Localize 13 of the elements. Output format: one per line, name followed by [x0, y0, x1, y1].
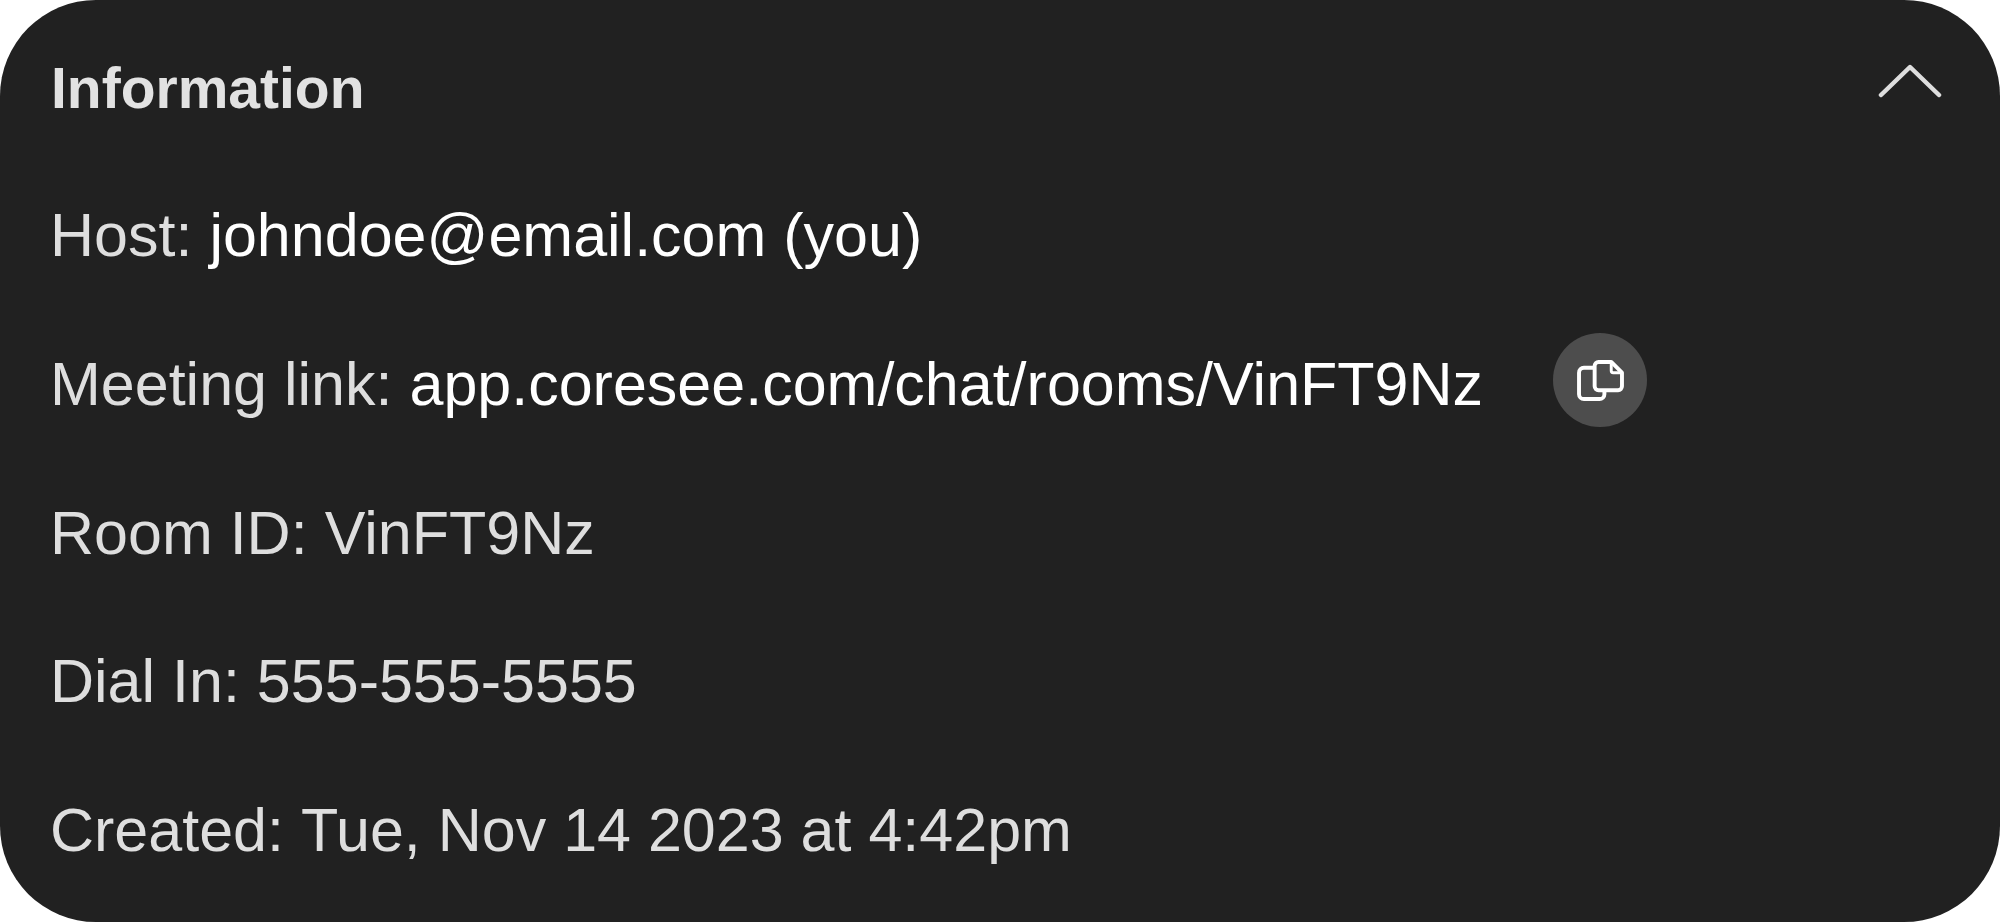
field-label: Meeting link: [50, 348, 393, 420]
collapse-button[interactable] [1878, 64, 1942, 98]
link[interactable]: app.coresee.com/chat/rooms/VinFT9Nz [409, 343, 1484, 424]
copy-icon [1576, 359, 1624, 401]
field-value: VinFT9Nz [324, 497, 595, 569]
panel-title: Information [51, 55, 365, 122]
field-label: Room ID: [50, 497, 308, 569]
field-value: 555-555-5555 [256, 646, 637, 718]
field-label: Created: [50, 795, 284, 866]
field-label: Dial In: [50, 646, 240, 718]
field-label: Host: [50, 200, 193, 271]
link[interactable]: johndoe@email.com (you) [209, 195, 923, 275]
field-value: Tue, Nov 14 2023 at 4:42pm [300, 795, 1072, 866]
